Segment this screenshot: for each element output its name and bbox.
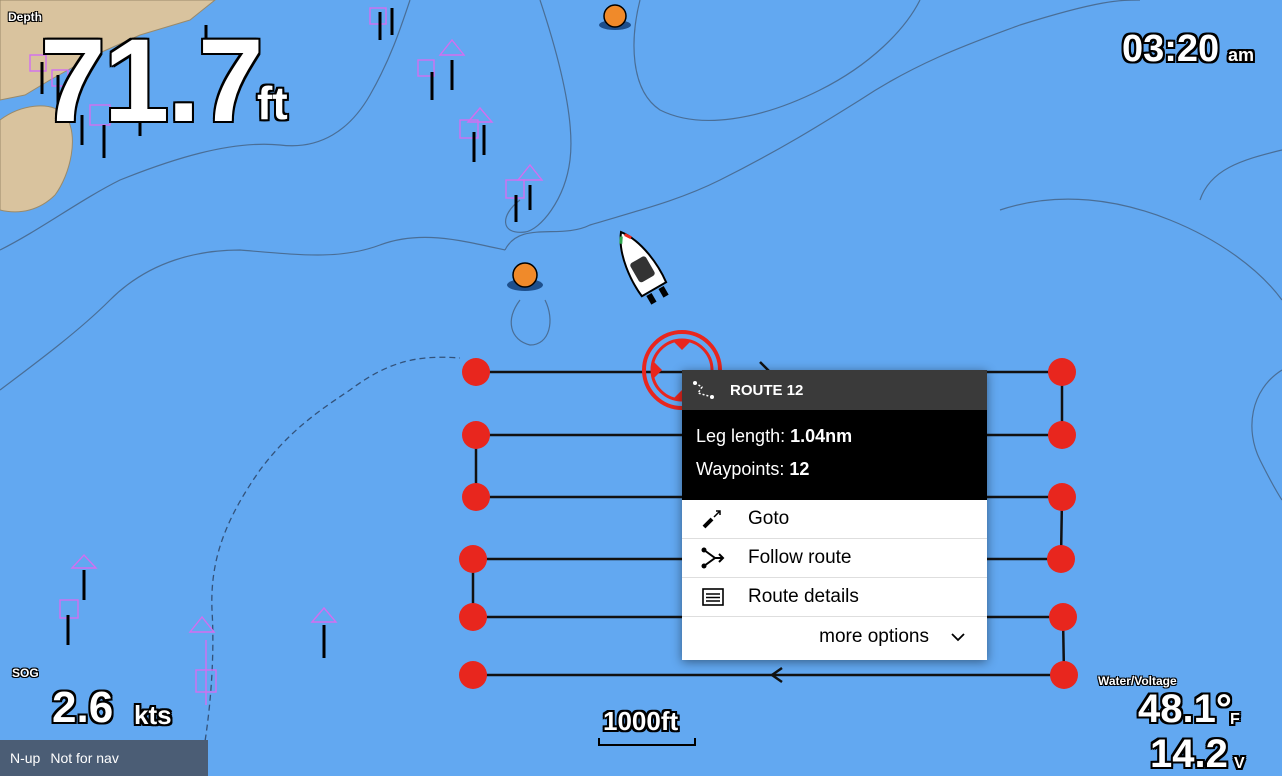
sog-value: 2.6: [52, 683, 114, 732]
follow-route-label: Follow route: [748, 547, 852, 568]
more-options-button[interactable]: more options: [682, 617, 987, 656]
route-details-label: Route details: [748, 586, 859, 607]
waypoint-icon: [459, 661, 487, 689]
depth-unit: ft: [257, 77, 288, 129]
waypoint-icon: [1049, 603, 1077, 631]
chevron-down-icon: [951, 632, 965, 641]
follow-route-menu-item[interactable]: Follow route: [682, 539, 987, 578]
waypoint-icon: [1050, 661, 1078, 689]
waypoint-icon: [1048, 483, 1076, 511]
waypoints-value: 12: [789, 459, 810, 479]
clock-ampm: am: [1228, 45, 1255, 65]
depth-label: Depth: [8, 10, 42, 24]
depth-value: 71.7: [40, 15, 264, 147]
waypoint-icon: [462, 421, 490, 449]
route-info: Leg length: 1.04nm Waypoints: 12: [682, 410, 987, 500]
sog-label: SOG: [12, 666, 39, 680]
chart-scale-bar: [598, 738, 696, 746]
status-bar: N-up Not for nav: [0, 740, 208, 776]
leg-length-label: Leg length:: [696, 426, 786, 446]
route-context-menu: ROUTE 12 Leg length: 1.04nm Waypoints: 1…: [682, 370, 987, 660]
clock-time: 03:20: [1122, 28, 1220, 70]
water-temperature-unit: F: [1230, 711, 1240, 728]
more-options-label: more options: [819, 625, 929, 647]
route-icon: [693, 381, 714, 399]
waypoint-icon: [462, 483, 490, 511]
waypoint-icon: [1047, 545, 1075, 573]
chart-orientation[interactable]: N-up: [10, 750, 40, 766]
sog-unit: kts: [134, 700, 172, 730]
leg-length-value: 1.04nm: [790, 426, 853, 446]
goto-menu-item[interactable]: Goto: [682, 500, 987, 539]
waypoints-line: Waypoints: 12: [696, 459, 973, 480]
waypoint-icon: [1048, 358, 1076, 386]
leg-length-line: Leg length: 1.04nm: [696, 426, 973, 447]
not-for-nav-notice: Not for nav: [50, 750, 119, 766]
voltage-unit: V: [1234, 755, 1245, 772]
route-details-icon: [700, 586, 726, 608]
route-details-menu-item[interactable]: Route details: [682, 578, 987, 617]
waypoints-label: Waypoints:: [696, 459, 785, 479]
follow-route-icon: [700, 547, 726, 569]
waypoint-icon: [462, 358, 490, 386]
goto-label: Goto: [748, 508, 790, 529]
goto-icon: [700, 508, 726, 530]
chart-scale-label: 1000ft: [603, 706, 679, 736]
waypoint-icon: [459, 603, 487, 631]
water-voltage-label: Water/Voltage: [1098, 674, 1177, 688]
chart-app-screen: Depth 71.7 ft 03:20 am SOG 2.6 kts Water…: [0, 0, 1282, 776]
voltage-value: 14.2: [1150, 732, 1228, 776]
route-popup-title: ROUTE 12: [730, 381, 804, 399]
waypoint-icon: [459, 545, 487, 573]
route-popup-header: ROUTE 12: [682, 370, 987, 410]
waypoint-icon: [1048, 421, 1076, 449]
water-temperature-value: 48.1°: [1138, 687, 1232, 731]
